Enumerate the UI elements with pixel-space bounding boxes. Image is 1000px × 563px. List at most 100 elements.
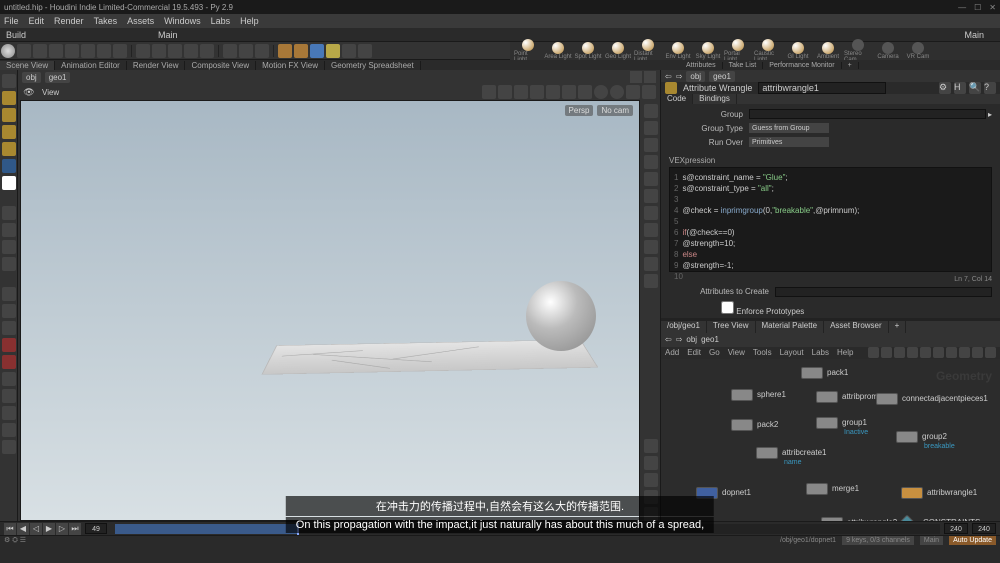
net-tool-e-icon[interactable] — [920, 347, 931, 358]
net-tab-asset[interactable]: Asset Browser — [824, 321, 889, 333]
arrow-tool-icon[interactable] — [2, 176, 16, 190]
param-pathbar[interactable]: ⇦⇨ obj geo1 — [661, 70, 1000, 82]
node-connectadjacent[interactable]: connectadjacentpieces1 — [876, 393, 988, 405]
render-region-icon[interactable] — [2, 389, 16, 403]
snap-pt-icon[interactable] — [2, 338, 16, 352]
brush-tool-icon[interactable] — [2, 287, 16, 301]
select-tool-icon[interactable] — [2, 74, 16, 88]
render-icon[interactable] — [2, 440, 16, 454]
desktop-selector[interactable]: Build — [0, 30, 32, 40]
display-opt-icon[interactable] — [644, 138, 658, 152]
shelf-metaball-icon[interactable] — [255, 44, 269, 58]
net-menu-add[interactable]: Add — [665, 348, 679, 357]
vt-mat-icon[interactable] — [610, 85, 624, 99]
shelf-grid-icon[interactable] — [65, 44, 79, 58]
current-frame-field[interactable]: 49 — [85, 523, 107, 534]
attrib-create-field[interactable] — [775, 287, 992, 297]
tab-bindings[interactable]: Bindings — [693, 94, 737, 104]
param-path-obj[interactable]: obj — [686, 71, 705, 82]
node-sphere1[interactable]: sphere1 — [731, 389, 786, 401]
path-geo1[interactable]: geo1 — [45, 72, 71, 83]
channels-button[interactable]: 9 keys, 0/3 channels — [842, 536, 914, 545]
shelf-null-icon[interactable] — [81, 44, 95, 58]
node-attribcreate1[interactable]: attribcreate1name — [756, 447, 826, 459]
area-light-icon[interactable]: Area Light — [544, 42, 572, 60]
pose-tool-icon[interactable] — [2, 257, 16, 271]
node-attribwrangle1[interactable]: attribwrangle1 — [901, 487, 977, 499]
next-frame-button[interactable]: ▷ — [56, 523, 68, 535]
select-edge-icon[interactable] — [2, 142, 16, 156]
spot-light-icon[interactable]: Spot Light — [574, 42, 602, 60]
menu-help[interactable]: Help — [240, 16, 259, 26]
menu-labs[interactable]: Labs — [211, 16, 231, 26]
run-over-dropdown[interactable]: Primitives — [749, 137, 829, 147]
net-menu-go[interactable]: Go — [709, 348, 720, 357]
node-group2[interactable]: group2breakable — [896, 431, 947, 443]
net-tool-g-icon[interactable] — [946, 347, 957, 358]
lock-icon[interactable] — [644, 121, 658, 135]
net-path-geo[interactable]: geo1 — [701, 335, 719, 344]
net-tool-c-icon[interactable] — [894, 347, 905, 358]
snap-multi-icon[interactable] — [2, 355, 16, 369]
main-menu[interactable]: File Edit Render Takes Assets Windows La… — [0, 14, 1000, 28]
shelf-melt-icon[interactable] — [342, 44, 356, 58]
shelf-sparse-icon[interactable] — [294, 44, 308, 58]
snap-grid-icon[interactable] — [2, 304, 16, 318]
menu-render[interactable]: Render — [54, 16, 84, 26]
last-frame-button[interactable]: ⏭ — [69, 523, 81, 535]
geo-light-icon[interactable]: Geo Light — [604, 42, 632, 60]
vt-shaded-icon[interactable] — [546, 85, 560, 99]
net-menu-layout[interactable]: Layout — [780, 348, 804, 357]
shelf-sphere-icon[interactable] — [1, 44, 15, 58]
link-icon[interactable] — [644, 71, 656, 83]
node-merge1[interactable]: merge1 — [806, 483, 859, 495]
vt-hide-icon[interactable] — [498, 85, 512, 99]
menu-edit[interactable]: Edit — [29, 16, 45, 26]
menu-file[interactable]: File — [4, 16, 19, 26]
shelf-circle-icon[interactable] — [113, 44, 127, 58]
net-tool-j-icon[interactable] — [985, 347, 996, 358]
shelf-spray-icon[interactable] — [184, 44, 198, 58]
vt-ghost-icon[interactable] — [482, 85, 496, 99]
nums-icon[interactable] — [644, 206, 658, 220]
camera-icon[interactable]: Camera — [874, 42, 902, 60]
vr-cam-icon[interactable]: VR Cam — [904, 42, 932, 60]
main-button[interactable]: Main — [920, 536, 943, 545]
group-field[interactable] — [749, 109, 986, 119]
pane-main[interactable]: Main — [958, 30, 990, 40]
net-menu-tools[interactable]: Tools — [753, 348, 772, 357]
group-picker-icon[interactable]: ▸ — [988, 110, 992, 119]
shelf-embers-icon[interactable] — [358, 44, 372, 58]
shelf-font-icon[interactable] — [200, 44, 214, 58]
node-name-field[interactable] — [758, 82, 886, 94]
camera-menu[interactable]: Persp No cam — [565, 105, 633, 116]
node-constraints[interactable]: CONSTRAINTS — [901, 517, 980, 521]
tab-comp-view[interactable]: Composite View — [185, 61, 256, 70]
viewport-pathbar[interactable]: obj geo1 — [18, 70, 660, 84]
shelf-box-icon[interactable] — [17, 44, 31, 58]
net-menu-help[interactable]: Help — [837, 348, 853, 357]
end-frame-field[interactable]: 240 — [944, 523, 968, 534]
shelf-platonic-icon[interactable] — [223, 44, 237, 58]
shelf-fluid-icon[interactable] — [310, 44, 324, 58]
pin-icon[interactable] — [630, 71, 642, 83]
net-tool-f-icon[interactable] — [933, 347, 944, 358]
net-tab-mat[interactable]: Material Palette — [756, 321, 825, 333]
node-attribwrangle2[interactable]: attribwrangle2 — [821, 517, 897, 521]
inspect-tool-icon[interactable] — [2, 406, 16, 420]
node-group1[interactable]: group1Inactive — [816, 417, 867, 429]
net-menu-view[interactable]: View — [728, 348, 745, 357]
shelf-fire-icon[interactable] — [278, 44, 292, 58]
disp-a-icon[interactable] — [644, 439, 658, 453]
auto-update-button[interactable]: Auto Update — [949, 536, 996, 545]
path-obj[interactable]: obj — [22, 72, 41, 83]
tab-geo-spread[interactable]: Geometry Spreadsheet — [325, 61, 421, 70]
snap-curve-icon[interactable] — [2, 321, 16, 335]
net-tool-d-icon[interactable] — [907, 347, 918, 358]
tab-scene-view[interactable]: Scene View — [0, 61, 55, 70]
shelf-line-icon[interactable] — [97, 44, 111, 58]
select-prim-icon[interactable] — [2, 108, 16, 122]
net-tool-a-icon[interactable] — [868, 347, 879, 358]
select-vertex-icon[interactable] — [2, 159, 16, 173]
prev-frame-button[interactable]: ◀ — [17, 523, 29, 535]
